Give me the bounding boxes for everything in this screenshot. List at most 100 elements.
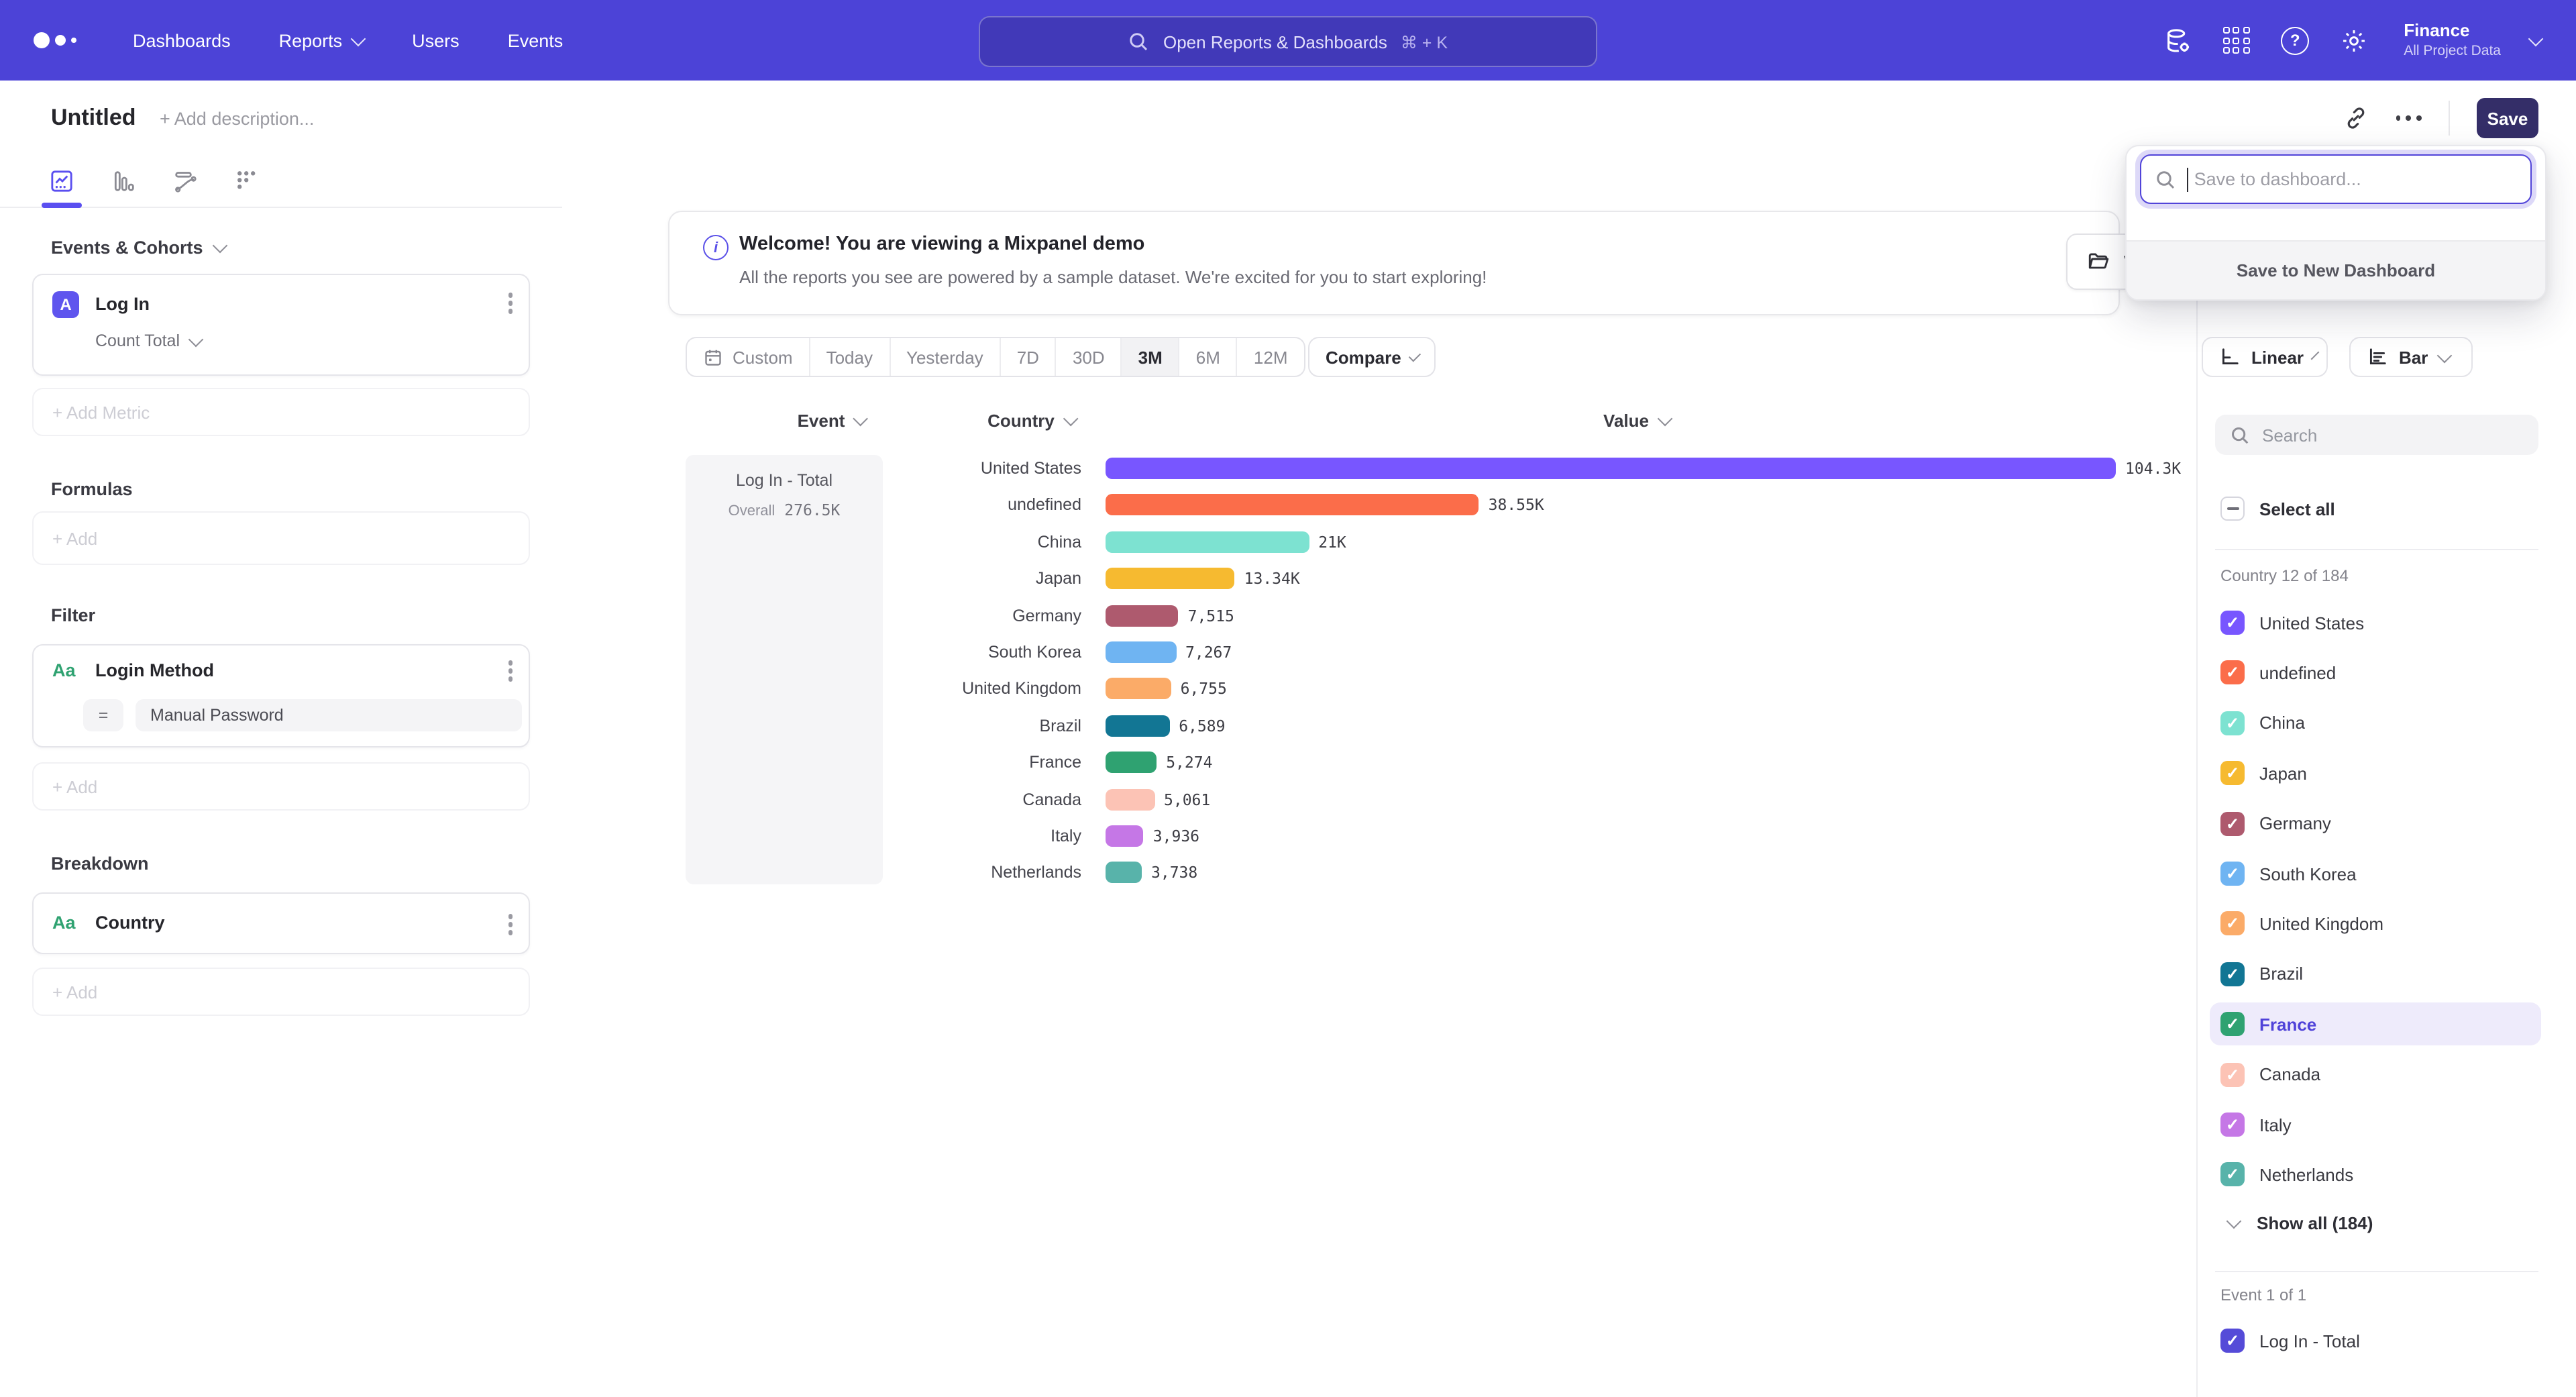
value-column-header[interactable]: Value [1603, 411, 1670, 431]
nav-item-users[interactable]: Users [412, 30, 460, 50]
filter-kebab-icon[interactable] [508, 660, 513, 681]
country-checkbox-france[interactable]: ✓ [2220, 1012, 2245, 1036]
select-all-checkbox[interactable] [2220, 497, 2245, 521]
chart-bar-united-kingdom[interactable] [1106, 678, 1171, 700]
breakdown-card[interactable]: Aa Country [32, 892, 530, 954]
chart-bar-france[interactable] [1106, 752, 1157, 773]
chart-bar-italy[interactable] [1106, 825, 1144, 847]
range-custom[interactable]: Custom [687, 338, 809, 376]
chart-category-label: Italy [777, 827, 1081, 845]
add-breakdown-button[interactable]: + Add [32, 968, 530, 1016]
save-dashboard-search-input[interactable]: Save to dashboard... [2140, 154, 2532, 204]
country-filter-row-italy[interactable]: ✓Italy [2210, 1103, 2541, 1146]
metric-card[interactable]: A Log In Count Total [32, 274, 530, 376]
filter-value[interactable]: Manual Password [136, 699, 522, 731]
country-filter-row-japan[interactable]: ✓Japan [2210, 752, 2541, 794]
tab-flows[interactable] [154, 156, 216, 207]
metric-aggregation[interactable]: Count Total [95, 331, 201, 350]
apps-grid-icon[interactable] [2221, 25, 2251, 55]
project-chevron-down-icon[interactable] [2528, 31, 2544, 46]
filter-operator[interactable]: = [83, 699, 123, 731]
country-checkbox-united-states[interactable]: ✓ [2220, 611, 2245, 635]
range-3m[interactable]: 3M [1121, 338, 1179, 376]
chart-bar-netherlands[interactable] [1106, 862, 1142, 884]
nav-item-reports[interactable]: Reports [279, 30, 364, 50]
country-checkbox-canada[interactable]: ✓ [2220, 1062, 2245, 1086]
country-filter-row-united-kingdom[interactable]: ✓United Kingdom [2210, 902, 2541, 945]
report-title[interactable]: Untitled [51, 105, 136, 132]
country-filter-row-canada[interactable]: ✓Canada [2210, 1053, 2541, 1096]
metric-kebab-icon[interactable] [508, 293, 513, 313]
country-filter-row-china[interactable]: ✓China [2210, 702, 2541, 745]
range-6m[interactable]: 6M [1179, 338, 1236, 376]
range-today[interactable]: Today [809, 338, 889, 376]
events-cohorts-header[interactable]: Events & Cohorts [51, 238, 226, 258]
country-column-header[interactable]: Country [987, 411, 1076, 431]
tab-funnels[interactable] [93, 156, 154, 207]
range-7d[interactable]: 7D [1000, 338, 1055, 376]
add-formula-button[interactable]: + Add [32, 511, 530, 565]
add-description[interactable]: + Add description... [160, 109, 314, 129]
data-management-icon[interactable] [2162, 25, 2192, 55]
chart-bar-germany[interactable] [1106, 605, 1179, 626]
country-filter-row-france[interactable]: ✓France [2210, 1002, 2541, 1045]
date-range-control: CustomTodayYesterday7D30D3M6M12M [686, 337, 1305, 377]
range-30d[interactable]: 30D [1055, 338, 1121, 376]
select-all-row[interactable]: Select all [2210, 487, 2541, 530]
global-search[interactable]: Open Reports & Dashboards ⌘ + K [979, 16, 1597, 67]
compare-button[interactable]: Compare [1308, 337, 1436, 377]
breakdown-kebab-icon[interactable] [508, 914, 513, 935]
chart-bar-japan[interactable] [1106, 568, 1235, 589]
country-checkbox-south-korea[interactable]: ✓ [2220, 862, 2245, 886]
country-checkbox-undefined[interactable]: ✓ [2220, 661, 2245, 685]
add-metric-button[interactable]: + Add Metric [32, 388, 530, 436]
chart-bar-brazil[interactable] [1106, 715, 1169, 737]
tab-retention[interactable] [216, 156, 278, 207]
country-filter-row-brazil[interactable]: ✓Brazil [2210, 953, 2541, 996]
nav-item-events[interactable]: Events [508, 30, 564, 50]
filter-card[interactable]: Aa Login Method = Manual Password [32, 644, 530, 747]
chart-bar-united-states[interactable] [1106, 458, 2116, 479]
chart-bar-canada[interactable] [1106, 788, 1155, 810]
country-checkbox-netherlands[interactable]: ✓ [2220, 1163, 2245, 1187]
show-all-toggle[interactable]: Show all (184) [2210, 1201, 2541, 1244]
more-actions-icon[interactable] [2396, 115, 2422, 121]
chart-category-label: France [777, 753, 1081, 772]
save-button[interactable]: Save [2477, 98, 2538, 138]
country-checkbox-united-kingdom[interactable]: ✓ [2220, 912, 2245, 936]
range-yesterday[interactable]: Yesterday [889, 338, 1000, 376]
metric-name[interactable]: Log In [95, 294, 150, 314]
chart-type-dropdown[interactable]: Bar [2349, 337, 2473, 377]
settings-gear-icon[interactable] [2339, 25, 2369, 55]
chart-bar-china[interactable] [1106, 531, 1309, 553]
tab-insights[interactable] [31, 156, 93, 207]
mixpanel-logo[interactable] [34, 32, 76, 48]
search-icon [2155, 168, 2176, 190]
add-filter-button[interactable]: + Add [32, 762, 530, 811]
country-filter-row-undefined[interactable]: ✓undefined [2210, 652, 2541, 694]
project-selector[interactable]: Finance All Project Data [2404, 21, 2501, 60]
range-12m[interactable]: 12M [1236, 338, 1304, 376]
event-filter-row[interactable]: ✓ Log In - Total [2210, 1319, 2541, 1362]
scale-dropdown[interactable]: Linear [2202, 337, 2328, 377]
country-checkbox-china[interactable]: ✓ [2220, 711, 2245, 735]
chart-bar-undefined[interactable] [1106, 495, 1479, 516]
nav-item-dashboards[interactable]: Dashboards [133, 30, 231, 50]
event-column-header[interactable]: Event [798, 411, 867, 431]
country-filter-row-south-korea[interactable]: ✓South Korea [2210, 852, 2541, 895]
help-icon[interactable]: ? [2280, 25, 2310, 55]
country-filter-row-germany[interactable]: ✓Germany [2210, 802, 2541, 845]
country-checkbox-brazil[interactable]: ✓ [2220, 962, 2245, 986]
country-checkbox-japan[interactable]: ✓ [2220, 761, 2245, 785]
country-filter-row-united-states[interactable]: ✓United States [2210, 601, 2541, 644]
event-checkbox[interactable]: ✓ [2220, 1329, 2245, 1353]
chart-bar-south-korea[interactable] [1106, 641, 1176, 663]
country-checkbox-italy[interactable]: ✓ [2220, 1113, 2245, 1137]
save-to-new-dashboard-button[interactable]: Save to New Dashboard [2127, 240, 2545, 299]
country-filter-row-netherlands[interactable]: ✓Netherlands [2210, 1153, 2541, 1196]
breakdown-property-name[interactable]: Country [95, 913, 165, 933]
filter-property-name[interactable]: Login Method [95, 660, 214, 680]
filter-search-input[interactable]: Search [2215, 415, 2538, 455]
country-checkbox-germany[interactable]: ✓ [2220, 811, 2245, 835]
copy-link-icon[interactable] [2342, 105, 2369, 132]
